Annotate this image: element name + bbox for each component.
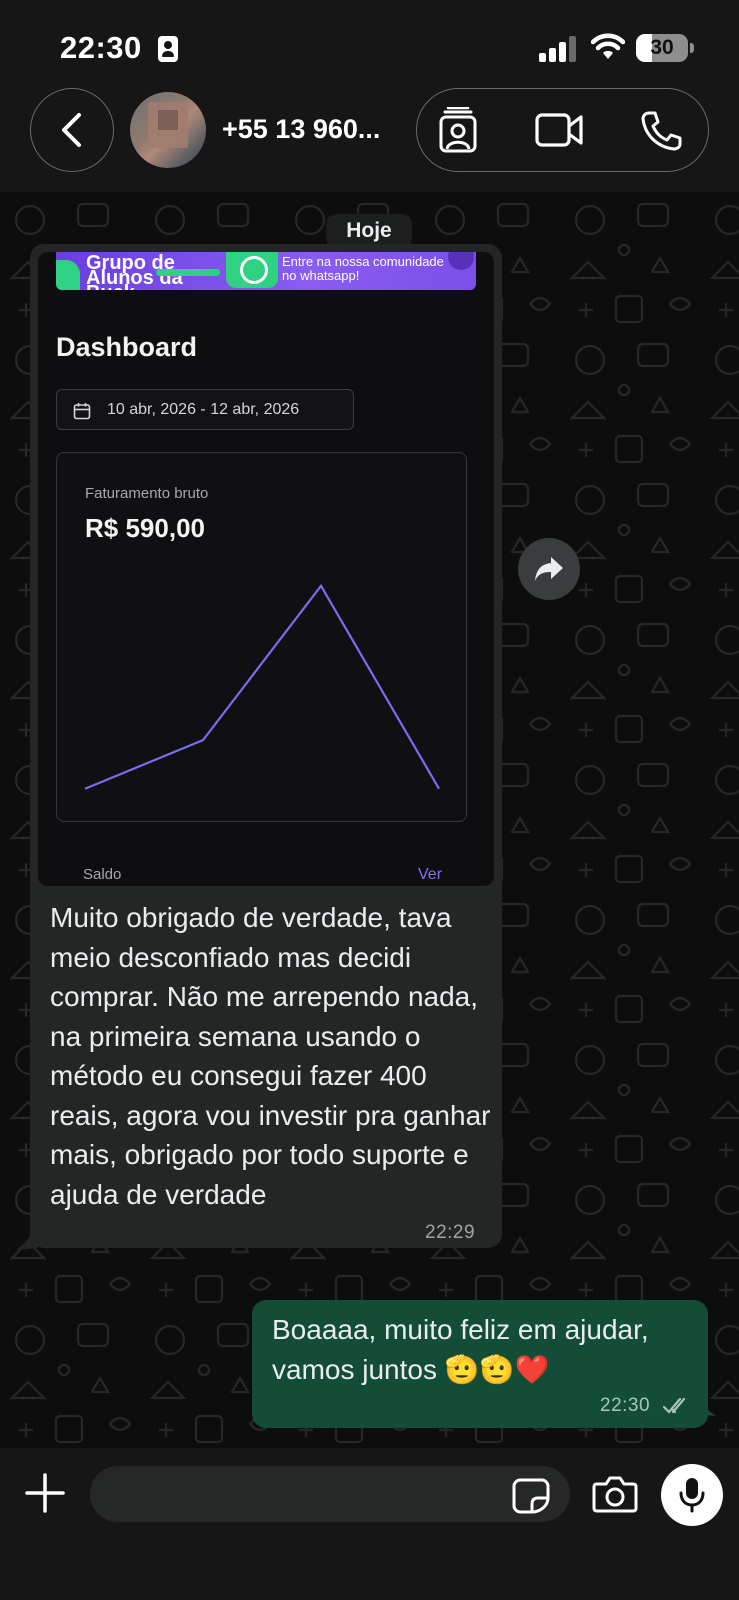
signal-icon xyxy=(539,36,577,62)
incoming-message[interactable]: Grupo de Alunos da Buck Entre na nossa c… xyxy=(30,244,502,1248)
message-image[interactable]: Grupo de Alunos da Buck Entre na nossa c… xyxy=(38,252,494,886)
microphone-icon xyxy=(679,1478,705,1513)
voice-call-icon[interactable] xyxy=(639,109,683,153)
whatsapp-logo-icon xyxy=(226,252,278,288)
input-bar xyxy=(0,1448,739,1600)
battery-level: 30 xyxy=(650,36,674,59)
contact-card-icon[interactable] xyxy=(435,107,481,155)
incoming-message-time: 22:29 xyxy=(425,1222,476,1243)
card-value: R$ 590,00 xyxy=(85,513,205,543)
id-card-icon xyxy=(158,36,178,62)
incoming-message-text: Muito obrigado de verdade, tava meio des… xyxy=(50,902,491,1210)
video-call-icon[interactable] xyxy=(535,111,585,151)
outgoing-message-time: 22:30 xyxy=(600,1395,651,1416)
camera-icon[interactable] xyxy=(592,1474,638,1514)
banner-close-icon xyxy=(448,252,474,270)
wifi-icon xyxy=(591,33,625,59)
banner-accent xyxy=(56,260,80,290)
plus-icon[interactable] xyxy=(24,1472,66,1514)
read-ticks-icon xyxy=(662,1397,686,1414)
banner-text: Entre na nossa comunidade no whatsapp! xyxy=(282,255,444,283)
battery-icon: 30 xyxy=(636,34,688,62)
call-actions xyxy=(416,88,709,172)
message-input[interactable] xyxy=(90,1466,570,1522)
saldo-label: Saldo xyxy=(83,866,122,883)
avatar[interactable] xyxy=(130,92,206,168)
date-range-picker: 10 abr, 2026 - 12 abr, 2026 xyxy=(56,389,354,430)
back-icon xyxy=(62,113,81,147)
banner-tag xyxy=(156,269,220,276)
outgoing-message[interactable]: Boaaaa, muito feliz em ajudar, vamos jun… xyxy=(252,1300,708,1428)
microphone-button[interactable] xyxy=(661,1464,723,1526)
outgoing-message-text: Boaaaa, muito feliz em ajudar, vamos jun… xyxy=(272,1314,649,1385)
chat-header: +55 13 960... xyxy=(0,88,739,192)
back-button[interactable] xyxy=(30,88,114,172)
date-chip: Hoje xyxy=(326,214,412,248)
battery-tip xyxy=(690,43,694,53)
status-bar: 22:30 30 xyxy=(0,0,739,88)
card-label: Faturamento bruto xyxy=(85,485,209,502)
chat-area[interactable]: Hoje Grupo de Alunos da Buck Entre na no… xyxy=(0,192,739,1448)
calendar-icon xyxy=(73,403,91,420)
banner-text-line1: Entre na nossa comunidade xyxy=(282,254,444,269)
forward-button[interactable] xyxy=(518,538,580,600)
community-banner: Grupo de Alunos da Buck Entre na nossa c… xyxy=(56,252,476,290)
dashboard-title: Dashboard xyxy=(56,332,198,362)
date-range-text: 10 abr, 2026 - 12 abr, 2026 xyxy=(107,401,300,418)
forward-icon xyxy=(535,557,563,581)
banner-text-line2: no whatsapp! xyxy=(282,268,360,283)
sticker-icon[interactable] xyxy=(512,1478,550,1514)
contact-name[interactable]: +55 13 960... xyxy=(222,114,380,145)
revenue-line-chart xyxy=(84,583,440,790)
revenue-card: Faturamento bruto R$ 590,00 xyxy=(56,452,467,822)
revenue-series-line xyxy=(84,583,440,790)
ver-link: Ver xyxy=(418,866,443,883)
status-time: 22:30 xyxy=(60,30,142,65)
